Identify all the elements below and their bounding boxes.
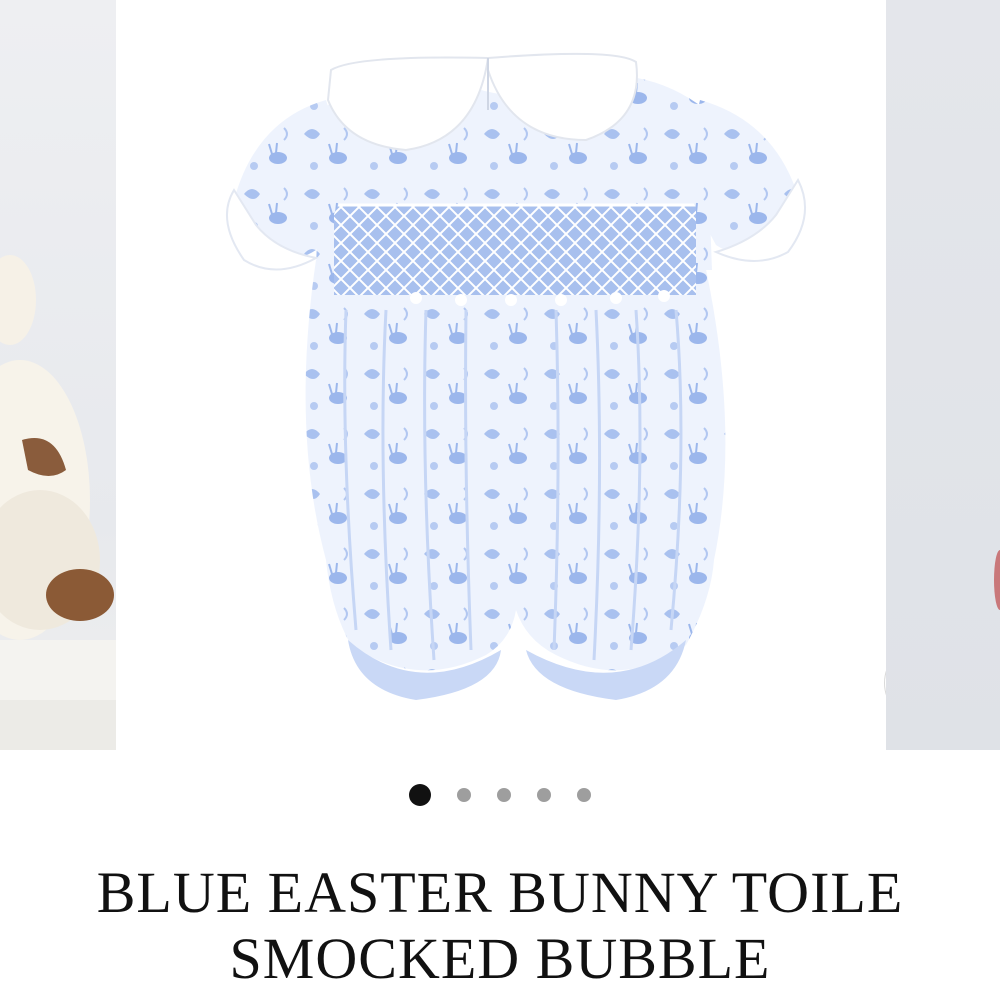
product-title: BLUE EASTER BUNNY TOILE SMOCKED BUBBLE — [0, 860, 1000, 992]
next-product-image — [994, 550, 1000, 610]
main-product-image[interactable] — [116, 0, 964, 750]
carousel-pagination — [0, 783, 1000, 807]
product-title-line-2: SMOCKED BUBBLE — [229, 926, 771, 991]
carousel-dot-2[interactable] — [457, 788, 471, 802]
carousel-dot-1[interactable] — [409, 784, 431, 806]
plush-lamb-image — [0, 255, 116, 750]
product-image-gallery[interactable] — [0, 0, 1000, 750]
carousel-dot-3[interactable] — [497, 788, 511, 802]
product-title-line-1: BLUE EASTER BUNNY TOILE — [96, 860, 904, 925]
previous-slide-image[interactable] — [0, 0, 116, 750]
next-slide-image[interactable] — [886, 0, 1000, 750]
smocked-bubble-romper-illustration — [226, 52, 807, 700]
carousel-dot-4[interactable] — [537, 788, 551, 802]
carousel-dot-5[interactable] — [577, 788, 591, 802]
